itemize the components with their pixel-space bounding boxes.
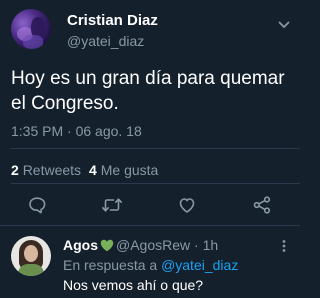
in-reply-to-label: En respuesta a <box>63 257 158 273</box>
likes-stat[interactable]: 4 Me gusta <box>89 162 158 178</box>
green-heart-icon <box>100 238 114 256</box>
like-button[interactable] <box>176 194 198 216</box>
tweet-stats: 2 Retweets 4 Me gusta <box>11 161 158 179</box>
share-icon <box>252 195 272 215</box>
reply-author-handle[interactable]: @AgosRew <box>116 237 190 253</box>
tweet-timestamp: 1:35 PM · 06 ago. 18 <box>11 123 142 139</box>
retweets-count: 2 <box>11 162 19 178</box>
likes-label: Me gusta <box>100 162 159 178</box>
reply-separator: · <box>194 237 199 253</box>
retweets-stat[interactable]: 2 Retweets <box>11 162 81 178</box>
tweet-text: Hoy es un gran día para quemar el Congre… <box>11 68 285 114</box>
reply-header: Agos @AgosRew · 1h <box>63 236 218 256</box>
author-name[interactable]: Cristian Diaz <box>67 12 158 30</box>
share-button[interactable] <box>251 194 273 216</box>
likes-count: 4 <box>89 162 97 178</box>
retweets-label: Retweets <box>22 162 82 178</box>
reply-time: 1h <box>202 237 219 253</box>
like-icon <box>177 195 197 215</box>
reply-author-avatar[interactable] <box>11 236 51 276</box>
more-options-icon[interactable] <box>276 239 292 253</box>
author-handle[interactable]: @yatei_diaz <box>67 32 144 50</box>
in-reply-to: En respuesta a @yatei_diaz <box>63 256 238 274</box>
retweet-icon <box>101 195 123 215</box>
reply-button[interactable] <box>26 194 48 216</box>
author-avatar[interactable] <box>11 9 51 49</box>
reply-author-name[interactable]: Agos <box>63 237 98 253</box>
in-reply-to-handle[interactable]: @yatei_diaz <box>161 257 238 273</box>
reply-text: Nos vemos ahí o que? <box>63 277 204 293</box>
retweet-button[interactable] <box>101 194 123 216</box>
chevron-down-icon[interactable] <box>278 17 290 28</box>
reply-icon <box>27 195 47 215</box>
divider <box>11 183 300 184</box>
divider <box>0 225 300 226</box>
divider <box>11 148 300 149</box>
